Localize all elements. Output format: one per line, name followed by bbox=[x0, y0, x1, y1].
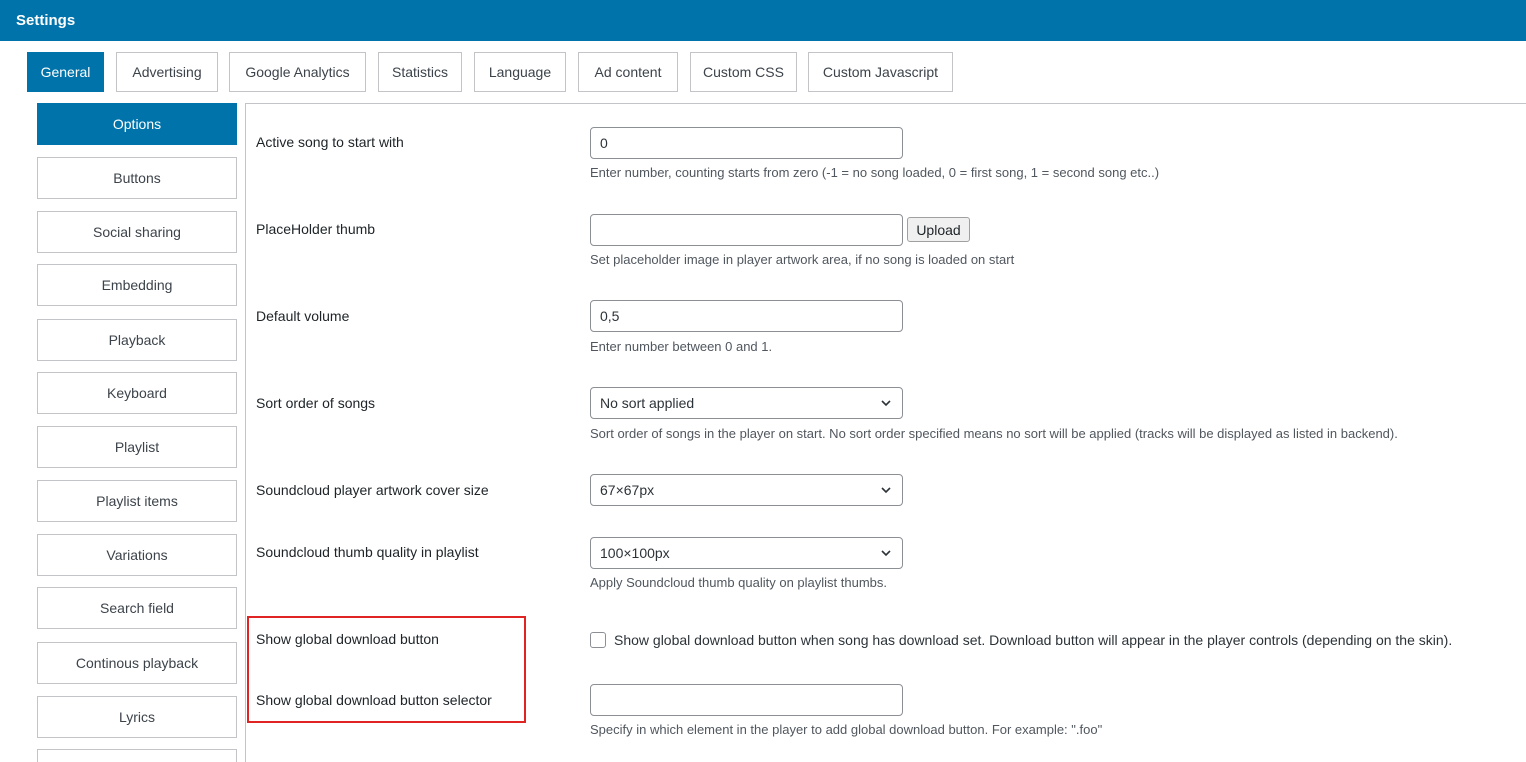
sidebar-item-continous-playback[interactable]: Continous playback bbox=[37, 642, 237, 684]
tab-custom-css[interactable]: Custom CSS bbox=[690, 52, 797, 92]
thumb-quality-value: 100×100px bbox=[600, 545, 670, 561]
sort-order-select[interactable]: No sort applied bbox=[590, 387, 903, 419]
sidebar-item-playlist-items[interactable]: Playlist items bbox=[37, 480, 237, 522]
chevron-down-icon bbox=[881, 550, 891, 557]
tab-ad-content[interactable]: Ad content bbox=[578, 52, 678, 92]
artwork-size-select[interactable]: 67×67px bbox=[590, 474, 903, 506]
default-volume-label: Default volume bbox=[256, 308, 350, 324]
sort-order-description: Sort order of songs in the player on sta… bbox=[590, 426, 1398, 441]
placeholder-thumb-input[interactable] bbox=[590, 214, 903, 246]
sidebar-item-search-field[interactable]: Search field bbox=[37, 587, 237, 629]
placeholder-thumb-label: PlaceHolder thumb bbox=[256, 221, 376, 237]
placeholder-thumb-description: Set placeholder image in player artwork … bbox=[590, 252, 1015, 267]
tab-advertising[interactable]: Advertising bbox=[116, 52, 218, 92]
sort-order-value: No sort applied bbox=[600, 395, 695, 411]
upload-button[interactable]: Upload bbox=[907, 217, 970, 242]
sidebar-item-options[interactable]: Options bbox=[37, 103, 237, 145]
page-title: Settings bbox=[16, 12, 76, 29]
sidebar-item-variations[interactable]: Variations bbox=[37, 534, 237, 576]
global-download-checkbox-label: Show global download button when song ha… bbox=[614, 632, 1453, 648]
sidebar-item-partial[interactable] bbox=[37, 749, 237, 762]
active-song-description: Enter number, counting starts from zero … bbox=[590, 165, 1160, 180]
tab-general[interactable]: General bbox=[27, 52, 104, 92]
download-selector-label: Show global download button selector bbox=[256, 692, 492, 708]
sidebar-item-playlist[interactable]: Playlist bbox=[37, 426, 237, 468]
sidebar-item-keyboard[interactable]: Keyboard bbox=[37, 372, 237, 414]
default-volume-description: Enter number between 0 and 1. bbox=[590, 339, 773, 354]
artwork-size-value: 67×67px bbox=[600, 482, 655, 498]
download-selector-input[interactable] bbox=[590, 684, 903, 716]
sort-order-label: Sort order of songs bbox=[256, 395, 376, 411]
tab-language[interactable]: Language bbox=[474, 52, 566, 92]
global-download-label: Show global download button bbox=[256, 631, 439, 647]
tab-google-analytics[interactable]: Google Analytics bbox=[229, 52, 366, 92]
global-download-checkbox[interactable] bbox=[590, 632, 606, 648]
active-song-label: Active song to start with bbox=[256, 134, 404, 150]
tab-custom-javascript[interactable]: Custom Javascript bbox=[808, 52, 953, 92]
download-selector-description: Specify in which element in the player t… bbox=[590, 722, 1103, 737]
chevron-down-icon bbox=[881, 487, 891, 494]
artwork-size-label: Soundcloud player artwork cover size bbox=[256, 482, 489, 498]
tab-statistics[interactable]: Statistics bbox=[378, 52, 462, 92]
active-song-input[interactable] bbox=[590, 127, 903, 159]
sidebar-item-social-sharing[interactable]: Social sharing bbox=[37, 211, 237, 253]
settings-header: Settings bbox=[0, 0, 1526, 41]
thumb-quality-select[interactable]: 100×100px bbox=[590, 537, 903, 569]
sidebar-item-embedding[interactable]: Embedding bbox=[37, 264, 237, 306]
default-volume-input[interactable] bbox=[590, 300, 903, 332]
thumb-quality-description: Apply Soundcloud thumb quality on playli… bbox=[590, 575, 888, 590]
sidebar-item-buttons[interactable]: Buttons bbox=[37, 157, 237, 199]
sidebar-item-playback[interactable]: Playback bbox=[37, 319, 237, 361]
sidebar-item-lyrics[interactable]: Lyrics bbox=[37, 696, 237, 738]
thumb-quality-label: Soundcloud thumb quality in playlist bbox=[256, 544, 479, 560]
chevron-down-icon bbox=[881, 400, 891, 407]
